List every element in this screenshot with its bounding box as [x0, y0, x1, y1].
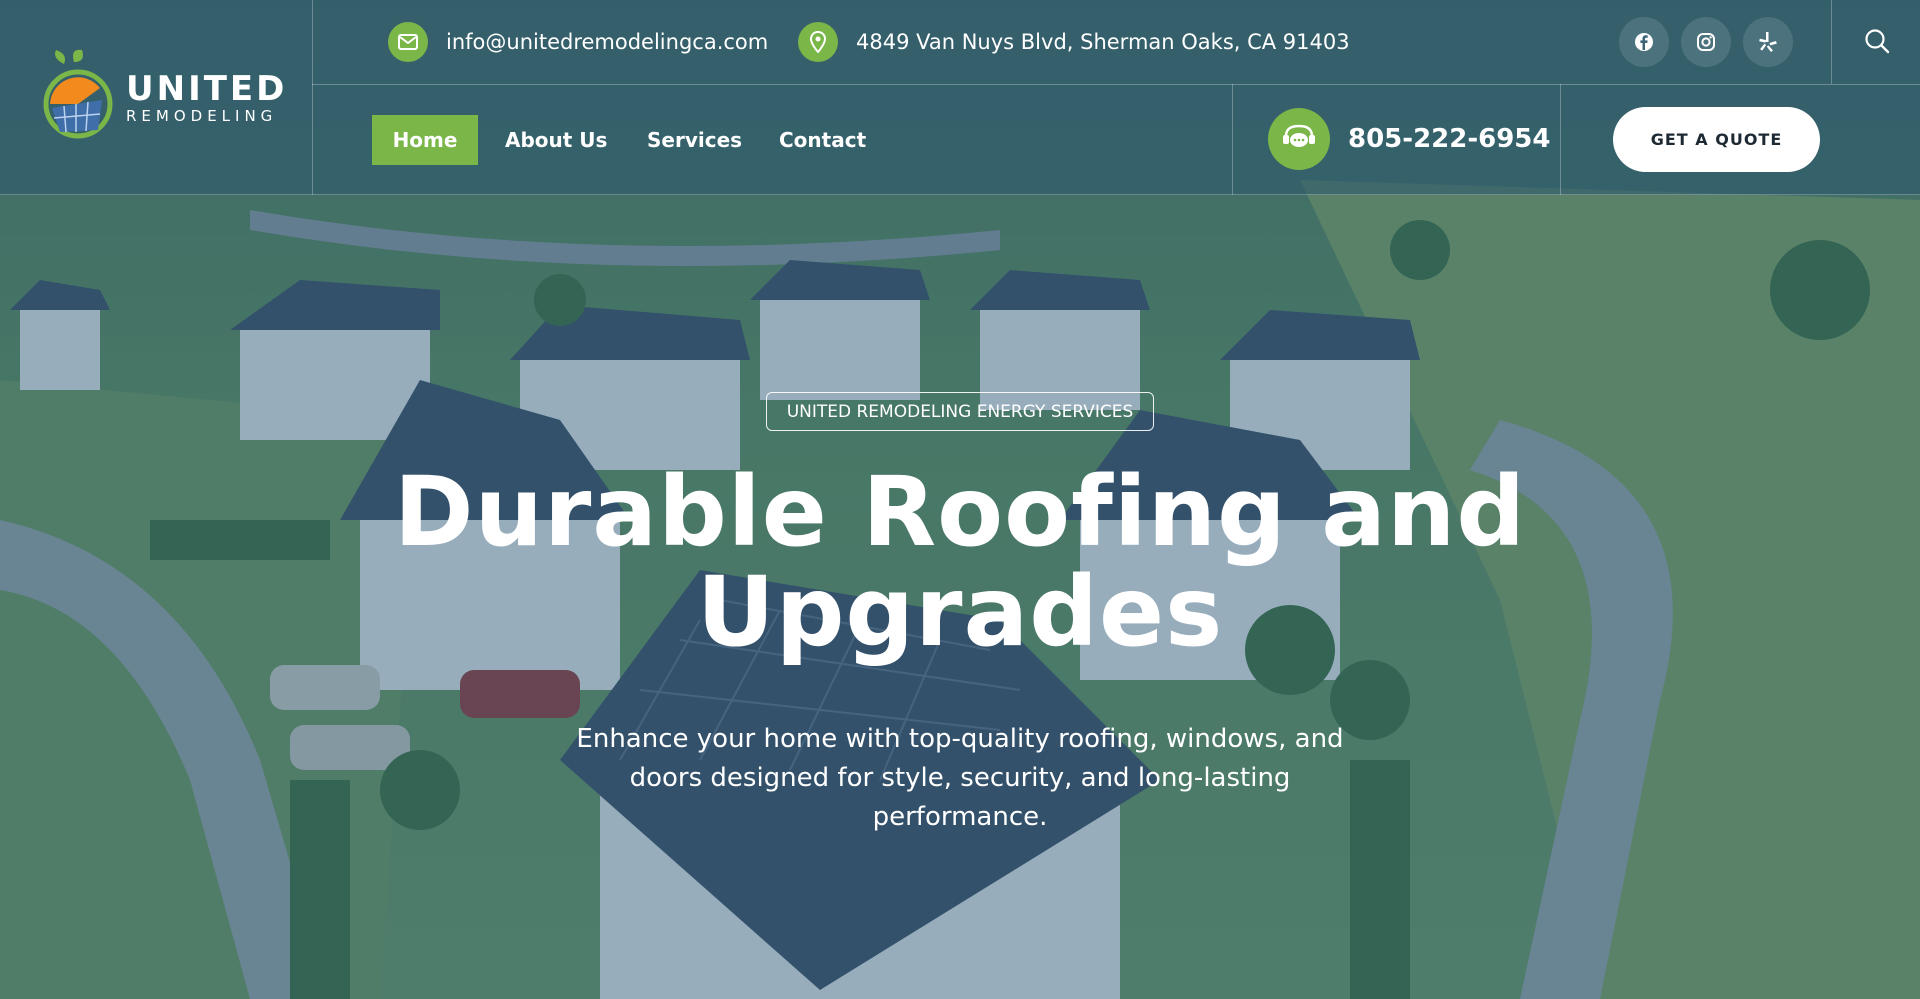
phone-number[interactable]: 805-222-6954	[1348, 124, 1551, 154]
support-chat-icon	[1268, 108, 1330, 170]
hero-headline-line2: Upgrades	[696, 556, 1224, 668]
facebook-link[interactable]	[1619, 17, 1669, 67]
mail-icon	[388, 22, 428, 62]
site-header: UNITED REMODELING info@unitedremodelingc…	[0, 0, 1920, 195]
header-divider	[1831, 0, 1832, 84]
nav-contact[interactable]: Contact	[757, 115, 888, 165]
facebook-icon	[1635, 33, 1653, 51]
header-phone[interactable]: 805-222-6954	[1268, 108, 1551, 170]
hero-headline-line1: Durable Roofing and	[393, 456, 1527, 568]
logo-wordmark-secondary: REMODELING	[126, 107, 278, 125]
yelp-icon	[1759, 32, 1777, 52]
topbar-address[interactable]: 4849 Van Nuys Blvd, Sherman Oaks, CA 914…	[798, 22, 1350, 62]
nav-about-us[interactable]: About Us	[483, 115, 629, 165]
instagram-link[interactable]	[1681, 17, 1731, 67]
address-text: 4849 Van Nuys Blvd, Sherman Oaks, CA 914…	[856, 30, 1350, 54]
hero-headline: Durable Roofing and Upgrades	[360, 462, 1560, 662]
hero-subtext: Enhance your home with top-quality roofi…	[576, 724, 1344, 832]
header-divider	[312, 84, 1920, 85]
email-link[interactable]: info@unitedremodelingca.com	[446, 30, 768, 54]
topbar-email[interactable]: info@unitedremodelingca.com	[388, 22, 768, 62]
search-button[interactable]	[1862, 26, 1892, 56]
instagram-icon	[1697, 33, 1715, 51]
yelp-link[interactable]	[1743, 17, 1793, 67]
search-icon	[1865, 29, 1890, 54]
logo-emblem-icon	[40, 48, 116, 148]
site-logo[interactable]: UNITED REMODELING	[40, 48, 284, 148]
header-divider	[1560, 84, 1561, 195]
location-pin-icon	[798, 22, 838, 62]
logo-wordmark-primary: UNITED	[126, 69, 288, 109]
hero-badge: UNITED REMODELING ENERGY SERVICES	[766, 392, 1154, 431]
header-divider	[312, 0, 313, 195]
header-divider	[1232, 84, 1233, 195]
get-a-quote-button[interactable]: GET A QUOTE	[1613, 107, 1820, 172]
nav-services[interactable]: Services	[625, 115, 764, 165]
nav-home[interactable]: Home	[372, 115, 478, 165]
